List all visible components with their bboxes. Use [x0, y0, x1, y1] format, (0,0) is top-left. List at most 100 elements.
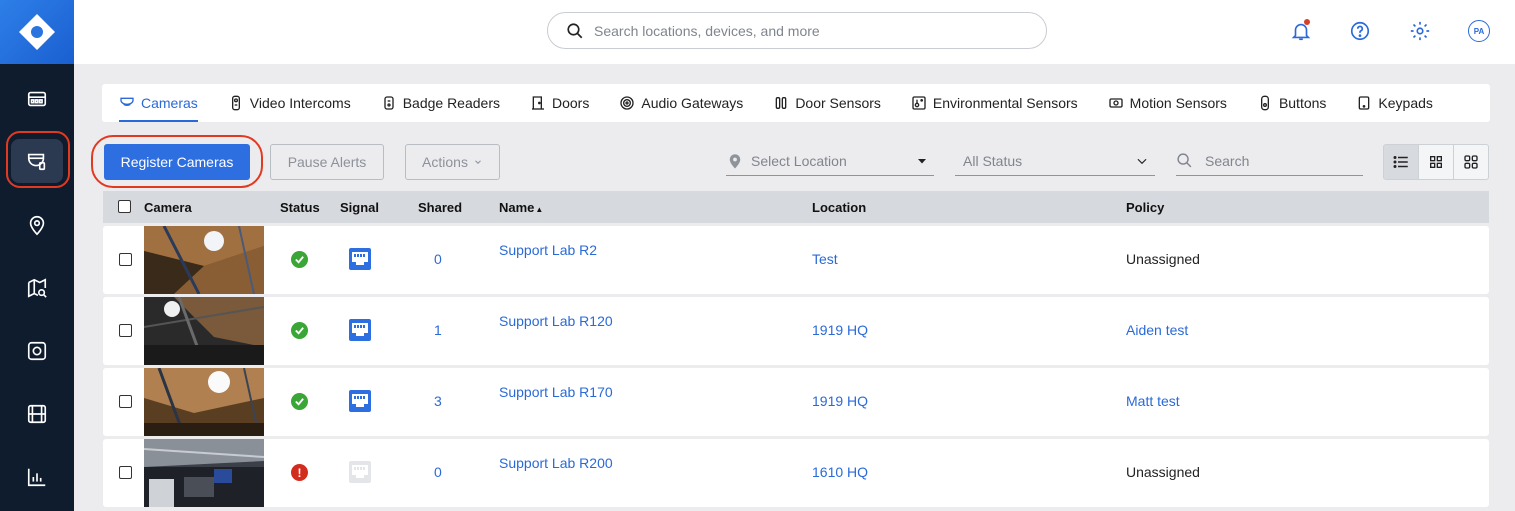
help-button[interactable] — [1347, 18, 1373, 44]
sort-ascending-icon: ▲ — [535, 205, 544, 214]
status-online-icon — [291, 251, 308, 268]
status-online-icon — [291, 322, 308, 339]
status-error-icon: ! — [291, 464, 308, 481]
help-icon — [1350, 21, 1370, 41]
table-search[interactable]: Search — [1176, 146, 1363, 176]
location-link[interactable]: 1610 HQ — [812, 464, 868, 480]
tab-door-sensors[interactable]: Door Sensors — [773, 84, 881, 122]
large-grid-view-button[interactable] — [1453, 144, 1489, 180]
row-checkbox[interactable] — [119, 466, 132, 479]
tab-label: Badge Readers — [402, 95, 500, 111]
status-value: All Status — [963, 152, 1023, 169]
grid-view-button[interactable] — [1418, 144, 1454, 180]
dashboard-icon — [27, 91, 47, 107]
tab-doors[interactable]: Doors — [530, 84, 589, 122]
search-placeholder: Search — [1205, 152, 1250, 169]
location-link[interactable]: Test — [812, 251, 838, 267]
camera-thumbnail[interactable] — [144, 439, 264, 507]
shared-count[interactable]: 3 — [434, 393, 442, 409]
nav-analytics[interactable] — [0, 453, 74, 501]
pause-alerts-button[interactable]: Pause Alerts — [270, 144, 384, 180]
tab-badge-readers[interactable]: Badge Readers — [381, 84, 500, 122]
camera-name-link[interactable]: Support Lab R200 — [499, 455, 613, 471]
user-avatar[interactable]: PA — [1466, 18, 1492, 44]
tab-cameras[interactable]: Cameras — [119, 84, 198, 122]
column-location: Location — [812, 200, 867, 215]
tab-audio-gateways[interactable]: Audio Gateways — [619, 84, 743, 122]
tab-keypads[interactable]: Keypads — [1356, 84, 1433, 122]
shared-count[interactable]: 0 — [434, 251, 442, 267]
column-signal: Signal — [340, 200, 380, 215]
table-row[interactable]: 3 Support Lab R170 1919 HQ Matt test — [103, 368, 1489, 436]
nav-locations[interactable] — [0, 201, 74, 249]
select-all-checkbox[interactable] — [118, 200, 131, 213]
camera-thumbnail[interactable] — [144, 226, 264, 294]
camera-icon — [120, 97, 134, 106]
row-checkbox[interactable] — [119, 395, 132, 408]
shared-count[interactable]: 0 — [434, 464, 442, 480]
actions-label: Actions — [422, 154, 468, 170]
keypad-icon — [1359, 96, 1370, 110]
row-checkbox[interactable] — [119, 253, 132, 266]
intercom-icon — [231, 95, 240, 111]
policy-link[interactable]: Matt test — [1126, 393, 1180, 409]
door-sensor-icon — [775, 97, 787, 109]
map-search-icon — [27, 278, 47, 298]
location-link[interactable]: 1919 HQ — [812, 393, 868, 409]
global-search[interactable] — [547, 12, 1047, 49]
policy-text: Unassigned — [1126, 464, 1200, 480]
device-tabs: Cameras Video Intercoms Badge Readers Do… — [102, 84, 1490, 122]
global-search-input[interactable] — [594, 22, 1014, 39]
location-placeholder: Select Location — [751, 152, 847, 169]
location-pin-icon — [29, 215, 45, 236]
table-row[interactable]: ! 0 Support Lab R200 1610 HQ Unassigned — [103, 439, 1489, 507]
camera-name-link[interactable]: Support Lab R2 — [499, 242, 597, 258]
no-signal-icon — [348, 460, 372, 487]
app-logo[interactable] — [0, 0, 74, 64]
table-row[interactable]: 1 Support Lab R120 1919 HQ Aiden test — [103, 297, 1489, 365]
column-shared: Shared — [418, 200, 463, 215]
notifications-button[interactable] — [1288, 18, 1314, 44]
tab-label: Door Sensors — [795, 95, 881, 111]
grid-icon — [1430, 156, 1442, 168]
gear-icon — [1410, 21, 1430, 41]
location-select[interactable]: Select Location — [726, 146, 934, 176]
camera-thumbnail[interactable] — [144, 368, 264, 436]
column-name[interactable]: Name▲ — [499, 200, 543, 215]
nav-map[interactable] — [0, 264, 74, 312]
column-camera: Camera — [144, 200, 192, 215]
top-bar: PA — [74, 0, 1515, 64]
settings-button[interactable] — [1407, 18, 1433, 44]
search-icon — [1177, 153, 1192, 168]
avatar-initials: PA — [1468, 20, 1490, 42]
location-link[interactable]: 1919 HQ — [812, 322, 868, 338]
camera-thumbnail[interactable] — [144, 297, 264, 365]
tab-environmental-sensors[interactable]: Environmental Sensors — [911, 84, 1078, 122]
policy-link[interactable]: Aiden test — [1126, 322, 1188, 338]
tab-buttons[interactable]: Buttons — [1257, 84, 1326, 122]
shared-count[interactable]: 1 — [434, 322, 442, 338]
tab-video-intercoms[interactable]: Video Intercoms — [228, 84, 351, 122]
logo-icon — [19, 14, 55, 50]
list-view-button[interactable] — [1383, 144, 1419, 180]
status-select[interactable]: All Status — [955, 146, 1155, 176]
table-row[interactable]: 0 Support Lab R2 Test Unassigned — [103, 226, 1489, 294]
row-checkbox[interactable] — [119, 324, 132, 337]
alert-badge-icon — [27, 341, 47, 361]
camera-name-link[interactable]: Support Lab R120 — [499, 313, 613, 329]
nav-dashboard[interactable] — [0, 75, 74, 123]
tab-label: Environmental Sensors — [932, 95, 1078, 111]
nav-alerts[interactable] — [0, 327, 74, 375]
tab-motion-sensors[interactable]: Motion Sensors — [1108, 84, 1227, 122]
tab-label: Buttons — [1278, 95, 1327, 111]
tab-label: Doors — [552, 95, 590, 111]
nav-media[interactable] — [0, 390, 74, 438]
audio-gateway-icon — [620, 96, 635, 110]
tab-label: Video Intercoms — [249, 95, 351, 111]
chevron-down-icon — [1137, 158, 1147, 164]
camera-name-link[interactable]: Support Lab R170 — [499, 384, 613, 400]
nav-devices[interactable] — [0, 137, 74, 185]
bar-chart-icon — [27, 468, 46, 487]
actions-dropdown[interactable]: Actions — [405, 144, 500, 180]
register-cameras-button[interactable]: Register Cameras — [104, 144, 250, 180]
